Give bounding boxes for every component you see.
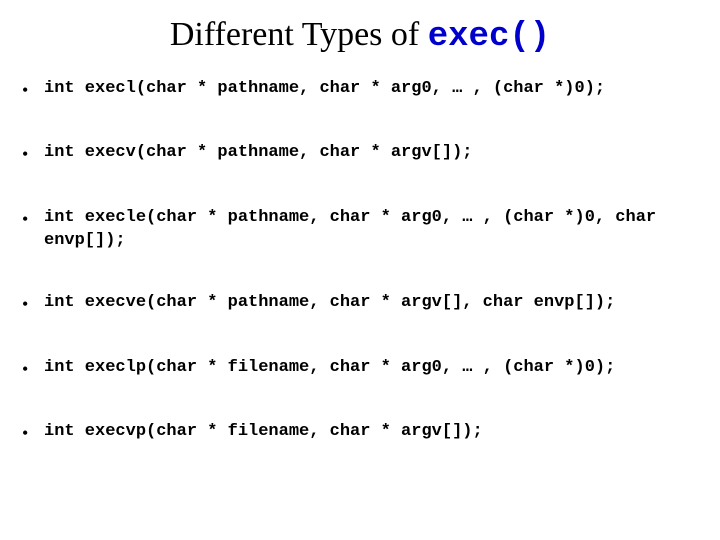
signature-text: int execv(char * pathname, char * argv[]… — [44, 142, 702, 165]
list-item: int execvp(char * filename, char * argv[… — [22, 421, 702, 445]
slide: Different Types of exec() int execl(char… — [0, 0, 720, 540]
signature-text: int execlp(char * filename, char * arg0,… — [44, 357, 702, 380]
signature-text: int execvp(char * filename, char * argv[… — [44, 421, 702, 444]
signature-text: int execl(char * pathname, char * arg0, … — [44, 78, 702, 101]
list-item: int execl(char * pathname, char * arg0, … — [22, 78, 702, 102]
signature-text: int execve(char * pathname, char * argv[… — [44, 292, 702, 315]
signature-list: int execl(char * pathname, char * arg0, … — [18, 78, 702, 445]
list-item: int execle(char * pathname, char * arg0,… — [22, 207, 702, 253]
title-prefix: Different Types of — [170, 16, 428, 53]
list-item: int execv(char * pathname, char * argv[]… — [22, 142, 702, 166]
title-exec-code: exec() — [428, 18, 550, 56]
list-item: int execve(char * pathname, char * argv[… — [22, 292, 702, 316]
list-item: int execlp(char * filename, char * arg0,… — [22, 357, 702, 381]
signature-text: int execle(char * pathname, char * arg0,… — [44, 207, 702, 253]
slide-title: Different Types of exec() — [18, 16, 702, 56]
